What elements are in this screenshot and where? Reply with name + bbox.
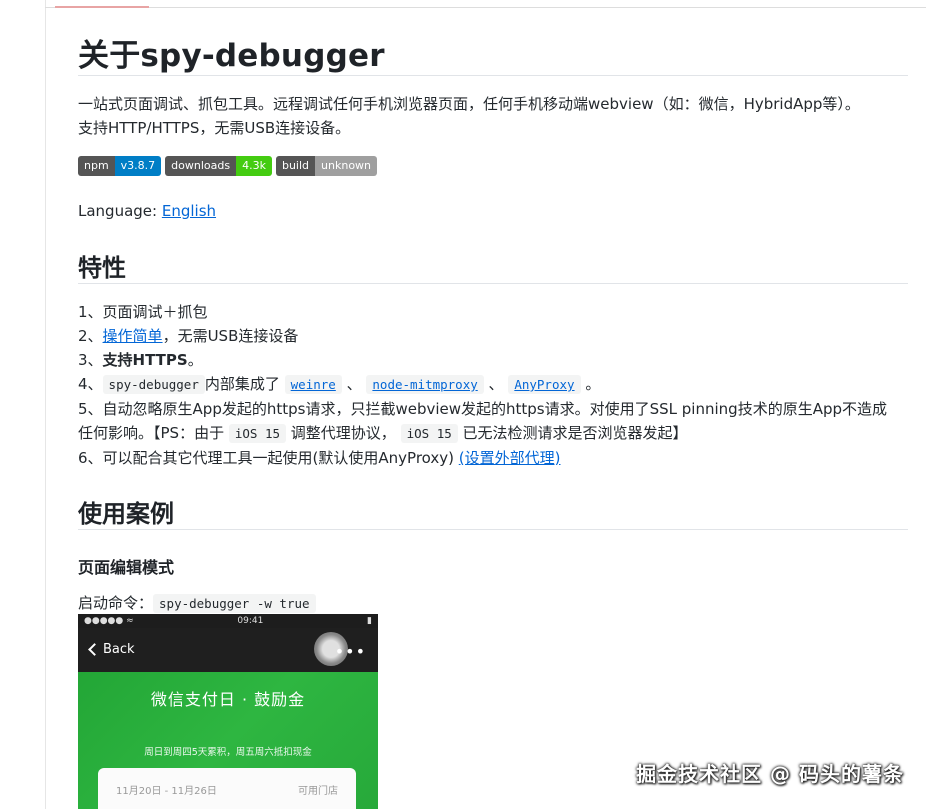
features-heading: 特性 [78, 254, 126, 282]
badge-row: npm v3.8.7 downloads 4.3k build unknown [78, 156, 378, 176]
feature-text: 、 [346, 375, 362, 393]
feature-text: ，无需USB连接设备 [162, 327, 299, 345]
badge-label: downloads [165, 156, 237, 176]
feature-bold-text: 支持HTTPS [102, 351, 188, 369]
phone-nav-bar: Back ••• [78, 628, 378, 672]
feature-text: 6、可以配合其它代理工具一起使用(默认使用AnyProxy) [78, 449, 459, 467]
command-label: 启动命令： [78, 594, 154, 612]
feature-text: 。 [187, 351, 203, 369]
feature-text: 已无法检测请求是否浏览器发起】 [462, 424, 688, 442]
battery-icon: ▮ [367, 616, 372, 626]
language-label: Language: [78, 202, 162, 220]
badge-value: 4.3k [236, 156, 272, 176]
signal-indicator: ●●●●● ≈ [84, 616, 134, 626]
feature-text: 3、 [78, 351, 103, 369]
badge-value: v3.8.7 [114, 156, 162, 176]
promo-note: 周日到周四5天累积，周五周六抵扣现金 [144, 747, 312, 758]
card-date-range: 11月20日 - 11月26日 [116, 786, 217, 797]
npm-version-badge[interactable]: npm v3.8.7 [78, 156, 162, 176]
promo-card: 11月20日 - 11月26日 可用门店 [98, 768, 356, 809]
phone-page-body: 微信支付日 · 鼓励金 周日到周四5天累积，周五周六抵扣现金 11月20日 - … [78, 672, 378, 809]
start-command-line: 启动命令： spy-debugger -w true [78, 592, 316, 615]
watermark: 掘金技术社区 @ 码头的薯条 [636, 762, 904, 786]
feature-item: 3、支持HTTPS。 [78, 348, 908, 372]
features-list: 1、页面调试＋抓包 2、操作简单，无需USB连接设备 3、支持HTTPS。 4、… [78, 300, 908, 470]
top-divider [45, 7, 926, 8]
feature-item: 1、页面调试＋抓包 [78, 300, 908, 324]
badge-value: unknown [315, 156, 378, 176]
language-line: Language: English [78, 200, 216, 222]
chevron-left-icon [88, 643, 101, 656]
inline-code: iOS 15 [228, 424, 287, 443]
anyproxy-link[interactable]: AnyProxy [508, 375, 581, 394]
page-edit-mode-heading: 页面编辑模式 [78, 558, 175, 577]
feature-text: 2、 [78, 327, 103, 345]
feature-text: 任何影响。【PS：由于 [78, 424, 225, 442]
phone-time: 09:41 [237, 616, 264, 626]
title-underline [78, 75, 908, 76]
feature-text: 。 [585, 375, 601, 393]
feature-text: 、 [488, 375, 504, 393]
phone-screenshot: ●●●●● ≈ 09:41 ▮ Back ••• 微信支付日 · 鼓励金 周日到… [78, 614, 378, 809]
intro-text: 一站式页面调试、抓包工具。远程调试任何手机浏览器页面，任何手机移动端webvie… [78, 92, 860, 140]
more-icon: ••• [334, 642, 366, 661]
feature-item: 任何影响。【PS：由于 iOS 15 调整代理协议， iOS 15 已无法检测请… [78, 421, 908, 446]
inline-code: iOS 15 [400, 424, 458, 443]
features-underline [78, 283, 908, 284]
back-button: Back [88, 642, 135, 657]
feature-text: 5、自动忽略原生App发起的https请求，只拦截webview发起的https… [78, 400, 887, 418]
card-store-label: 可用门店 [298, 786, 338, 797]
phone-status-bar: ●●●●● ≈ 09:41 ▮ [78, 614, 378, 628]
intro-line-1: 一站式页面调试、抓包工具。远程调试任何手机浏览器页面，任何手机移动端webvie… [78, 95, 860, 113]
feature-item: 6、可以配合其它代理工具一起使用(默认使用AnyProxy) (设置外部代理) [78, 446, 908, 470]
badge-label: build [275, 156, 316, 176]
back-label: Back [103, 642, 135, 657]
use-cases-underline [78, 529, 908, 530]
external-proxy-link[interactable]: (设置外部代理) [459, 449, 561, 467]
page-left-border [45, 0, 46, 809]
feature-text: 4、 [78, 375, 103, 393]
active-tab-indicator [55, 6, 149, 8]
feature-item: 2、操作简单，无需USB连接设备 [78, 324, 908, 348]
weinre-link[interactable]: weinre [284, 375, 342, 394]
command-code: spy-debugger -w true [153, 594, 316, 613]
use-cases-heading: 使用案例 [78, 500, 174, 528]
feature-text: 1、页面调试＋抓包 [78, 303, 208, 321]
feature-text: 内部集成了 [204, 375, 280, 393]
downloads-badge[interactable]: downloads 4.3k [165, 156, 272, 176]
language-english-link[interactable]: English [162, 202, 216, 220]
feature-item: 5、自动忽略原生App发起的https请求，只拦截webview发起的https… [78, 397, 908, 421]
feature-item: 4、 spy-debugger 内部集成了 weinre 、 node-mitmpr… [78, 372, 908, 397]
promo-title: 微信支付日 · 鼓励金 [150, 690, 306, 709]
feature-text: 调整代理协议， [290, 424, 396, 442]
easy-operation-link[interactable]: 操作简单 [103, 327, 163, 345]
page-title: 关于spy-debugger [78, 38, 385, 74]
intro-line-2: 支持HTTP/HTTPS，无需USB连接设备。 [78, 119, 351, 137]
build-status-badge[interactable]: build unknown [275, 156, 378, 176]
inline-code: spy-debugger [102, 375, 205, 394]
node-mitmproxy-link[interactable]: node-mitmproxy [366, 375, 484, 394]
badge-label: npm [78, 156, 115, 176]
